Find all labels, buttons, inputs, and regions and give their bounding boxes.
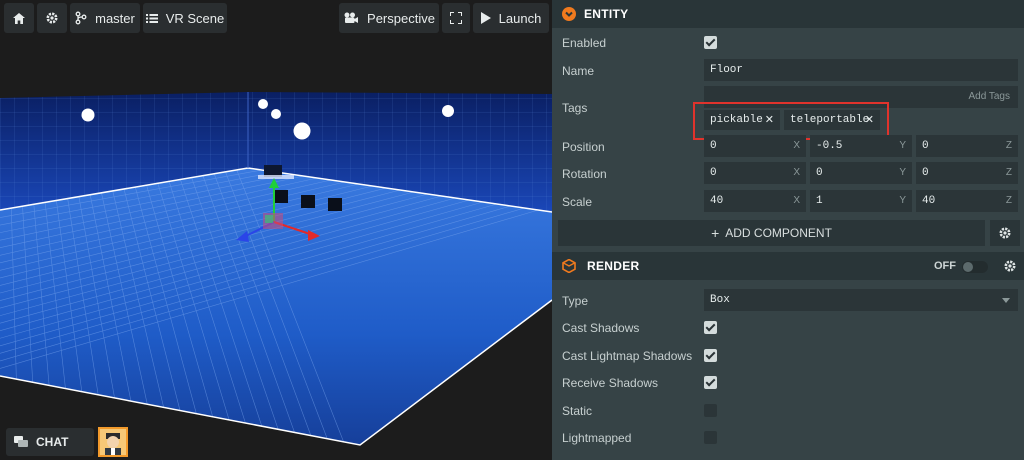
type-label: Type <box>562 294 589 308</box>
launch-label: Launch <box>498 10 542 26</box>
launch-button[interactable]: Launch <box>473 3 549 33</box>
receive-shadows-label: Receive Shadows <box>562 376 659 390</box>
camera-icon <box>344 12 359 23</box>
static-label: Static <box>562 404 593 418</box>
entity-icon <box>562 7 576 21</box>
chevron-down-icon <box>1002 298 1010 303</box>
camera-label: Perspective <box>367 10 435 26</box>
rotation-x-input[interactable]: 0X <box>704 162 806 184</box>
position-y-input[interactable]: -0.5 Y <box>810 135 912 157</box>
component-settings-button[interactable] <box>990 220 1020 246</box>
gear-icon <box>46 12 58 24</box>
axis-z-label: Z <box>1005 195 1012 206</box>
axis-z-label: Z <box>1005 167 1012 178</box>
light-orb[interactable] <box>258 99 268 109</box>
rotation-z-input[interactable]: 0Z <box>916 162 1018 184</box>
camera-label <box>258 175 294 179</box>
scene-viewport[interactable]: master VR Scene Perspective Launch CHAT <box>0 0 552 460</box>
render-toggle-label: OFF <box>934 260 956 272</box>
box-object[interactable] <box>328 198 342 211</box>
render-enable-toggle[interactable] <box>962 261 988 273</box>
rotation-y-input[interactable]: 0Y <box>810 162 912 184</box>
light-orb[interactable] <box>442 105 454 117</box>
entity-title: ENTITY <box>584 7 629 21</box>
enabled-label: Enabled <box>562 36 607 50</box>
avatar[interactable] <box>98 427 128 457</box>
scale-x-input[interactable]: 40 X <box>704 190 806 212</box>
scene-label: VR Scene <box>165 10 225 26</box>
fullscreen-button[interactable] <box>442 3 470 33</box>
inspector-panel: ENTITY Enabled Name Floor Tags Add Tags … <box>552 0 1024 460</box>
cast-shadows-label: Cast Shadows <box>562 321 640 335</box>
chat-button[interactable]: CHAT <box>6 428 94 456</box>
lightmapped-checkbox[interactable] <box>704 431 717 444</box>
axis-x-label: X <box>793 140 800 151</box>
home-button[interactable] <box>4 3 34 33</box>
name-input[interactable]: Floor <box>704 59 1018 81</box>
name-label: Name <box>562 64 595 78</box>
scene-render[interactable] <box>0 0 552 460</box>
tags-label: Tags <box>562 101 588 115</box>
chat-label: CHAT <box>36 435 69 449</box>
render-title: RENDER <box>587 259 640 273</box>
light-orb[interactable] <box>81 108 95 122</box>
scale-y-input[interactable]: 1Y <box>810 190 912 212</box>
scene-button[interactable]: VR Scene <box>143 3 227 33</box>
add-component-label: ADD COMPONENT <box>725 226 832 240</box>
static-checkbox[interactable] <box>704 404 717 417</box>
avatar-icon <box>100 429 126 455</box>
enabled-checkbox[interactable] <box>704 36 717 49</box>
branch-icon <box>75 11 87 25</box>
settings-button[interactable] <box>37 3 67 33</box>
box-object[interactable] <box>301 195 315 208</box>
expand-icon <box>450 12 462 24</box>
scale-z-input[interactable]: 40 Z <box>916 190 1018 212</box>
axis-y-label: Y <box>899 140 906 151</box>
light-orb[interactable] <box>293 122 311 140</box>
axis-z-label: Z <box>1005 140 1012 151</box>
camera-button[interactable]: Perspective <box>339 3 439 33</box>
list-icon <box>145 13 158 23</box>
cast-lightmap-shadows-checkbox[interactable] <box>704 349 717 362</box>
scale-label: Scale <box>562 195 593 209</box>
gear-icon <box>1004 260 1016 272</box>
position-x-input[interactable]: 0X <box>704 135 806 157</box>
cast-lightmap-shadows-label: Cast Lightmap Shadows <box>562 349 693 363</box>
box-object[interactable] <box>274 190 288 203</box>
axis-x-label: X <box>793 167 800 178</box>
home-icon <box>13 12 25 24</box>
type-value: Box <box>710 294 730 306</box>
receive-shadows-checkbox[interactable] <box>704 376 717 389</box>
play-icon <box>480 12 491 24</box>
gear-icon <box>999 227 1011 239</box>
render-cube-icon <box>562 259 576 273</box>
render-settings-button[interactable] <box>1003 259 1017 276</box>
position-label: Position <box>562 140 605 154</box>
type-select[interactable]: Box <box>704 289 1018 311</box>
position-z-input[interactable]: 0Z <box>916 135 1018 157</box>
cast-shadows-checkbox[interactable] <box>704 321 717 334</box>
lightmapped-label: Lightmapped <box>562 431 632 445</box>
add-component-button[interactable]: + ADD COMPONENT <box>558 220 985 246</box>
chat-icon <box>14 436 28 447</box>
plus-icon: + <box>711 225 720 241</box>
rotation-label: Rotation <box>562 167 607 181</box>
axis-y-label: Y <box>899 167 906 178</box>
axis-x-label: X <box>793 195 800 206</box>
axis-y-label: Y <box>899 195 906 206</box>
light-orb[interactable] <box>271 109 281 119</box>
entity-header[interactable]: ENTITY <box>552 0 1024 28</box>
branch-label: master <box>95 10 135 26</box>
branch-button[interactable]: master <box>70 3 140 33</box>
